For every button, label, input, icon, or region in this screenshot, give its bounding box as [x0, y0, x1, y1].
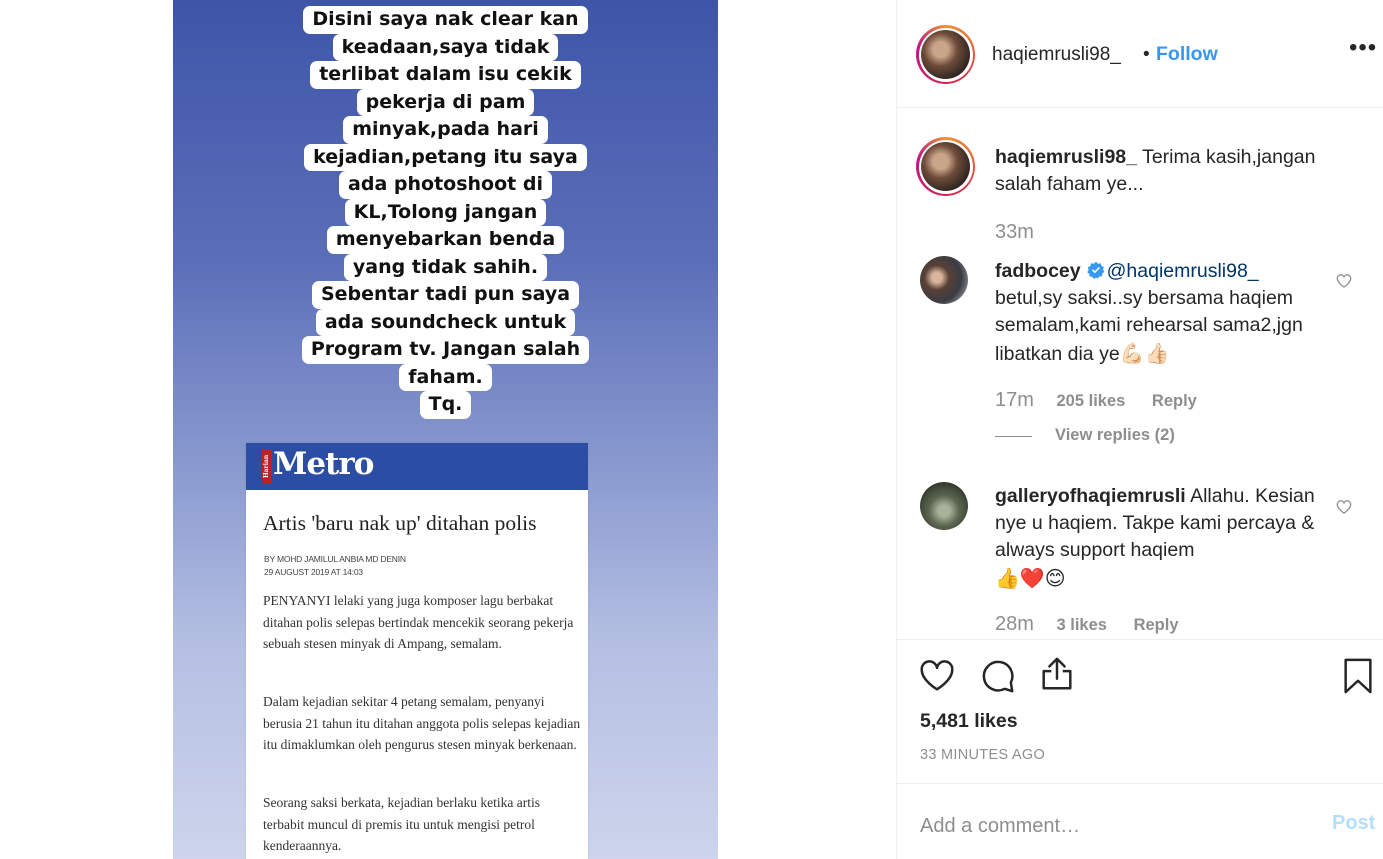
avatar[interactable] [916, 25, 975, 84]
post-header: haqiemrusli98_ • Follow ••• [897, 0, 1383, 108]
avatar-image [921, 142, 970, 191]
story-text-line: minyak,pada hari [343, 116, 548, 144]
verified-badge-icon [1086, 261, 1105, 279]
story-text-line: menyebarkan benda [326, 226, 565, 254]
reply-button[interactable]: Reply [1152, 392, 1197, 410]
news-article-screenshot: Harian Metro Artis 'baru nak up' ditahan… [246, 443, 588, 859]
mention-link[interactable]: @haqiemrusli98_ [1107, 260, 1259, 282]
comments-list[interactable]: haqiemrusli98_ Terima kasih,jangan salah… [897, 108, 1383, 639]
avatar-image [921, 30, 970, 79]
metro-header-bar: Harian Metro [246, 443, 588, 490]
emoji: 👍❤️😊 [995, 565, 1066, 590]
article-date: 29 AUGUST 2019 AT 14:03 [264, 566, 363, 577]
comment-likes[interactable]: 3 likes [1057, 616, 1107, 634]
avatar[interactable] [916, 137, 975, 196]
avatar[interactable] [920, 256, 968, 304]
avatar[interactable] [920, 482, 968, 530]
comment-username[interactable]: galleryofhaqiemrusli [995, 485, 1186, 507]
post-media[interactable]: Disini saya nak clear kan keadaan,saya ti… [173, 0, 718, 859]
story-text-line: keadaan,saya tidak [332, 33, 559, 61]
reply-button[interactable]: Reply [1134, 616, 1179, 634]
metro-logo: Metro [273, 446, 374, 482]
story-text-line: Tq. [419, 391, 472, 419]
article-paragraph: Dalam kejadian sekitar 4 petang semalam,… [263, 694, 581, 752]
story-text-line: faham. [399, 363, 492, 391]
story-text-line: pekerja di pam [356, 88, 535, 116]
post-button[interactable]: Post [1332, 812, 1375, 835]
list-item: fadbocey @haqiemrusli98_ betul,sy saksi..… [995, 258, 1340, 368]
caption: haqiemrusli98_ Terima kasih,jangan salah… [995, 144, 1340, 198]
story-text-line: Disini saya nak clear kan [303, 6, 588, 34]
comment-username[interactable]: haqiemrusli98_ [995, 146, 1137, 168]
list-item: galleryofhaqiemrusli Allahu. Kesian nye … [995, 483, 1340, 593]
story-text-overlay: Disini saya nak clear kan keadaan,saya ti… [173, 6, 718, 419]
view-replies-line [995, 436, 1032, 437]
like-comment-heart-icon[interactable] [1334, 496, 1354, 516]
likes-count[interactable]: 5,481 likes [920, 710, 1018, 733]
more-options-icon[interactable]: ••• [1349, 34, 1377, 62]
article-byline: BY MOHD JAMILUL ANBIA MD DENIN [264, 554, 406, 564]
comment-age[interactable]: 33m [995, 221, 1034, 243]
story-text-line: terlibat dalam isu cekik [310, 61, 581, 89]
comment-meta: 28m 3 likes Reply [995, 613, 1179, 636]
comment-icon[interactable] [979, 657, 1017, 695]
article-title: Artis 'baru nak up' ditahan polis [263, 511, 537, 535]
story-text-line: ada soundcheck untuk [315, 308, 576, 336]
heart-icon[interactable] [918, 657, 956, 695]
article-paragraph: PENYANYI lelaki yang juga komposer lagu … [263, 593, 574, 651]
comment-age[interactable]: 28m [995, 613, 1034, 635]
bookmark-icon[interactable] [1339, 657, 1377, 695]
separator-dot: • [1143, 44, 1150, 65]
post-actions: 5,481 likes 33 MINUTES AGO [897, 639, 1383, 784]
comment-meta: 17m 205 likes Reply [995, 389, 1197, 412]
story-text-line: KL,Tolong jangan [344, 198, 547, 226]
story-text-line: Sebentar tadi pun saya [311, 281, 580, 309]
comment-age[interactable]: 17m [995, 389, 1034, 411]
header-username[interactable]: haqiemrusli98_ [992, 44, 1121, 66]
article-meta: BY MOHD JAMILUL ANBIA MD DENIN 29 AUGUST… [264, 553, 406, 578]
view-replies-button[interactable]: View replies (2) [1055, 426, 1175, 445]
comment-meta: 33m [995, 221, 1052, 244]
brand-small: Harian [262, 449, 272, 483]
post-timestamp[interactable]: 33 MINUTES AGO [920, 747, 1045, 763]
follow-button[interactable]: Follow [1156, 43, 1218, 66]
share-icon[interactable] [1038, 655, 1076, 693]
like-comment-heart-icon[interactable] [1334, 270, 1354, 290]
story-text-line: Program tv. Jangan salah [301, 336, 590, 364]
story-text-line: yang tidak sahih. [343, 253, 548, 281]
comment-username[interactable]: fadbocey [995, 260, 1081, 282]
emoji: 💪🏻👍🏻 [1119, 340, 1170, 365]
comment-likes[interactable]: 205 likes [1057, 392, 1126, 410]
comment-input[interactable] [920, 812, 1320, 840]
article-paragraph: Seorang saksi berkata, kejadian berlaku … [263, 795, 541, 853]
story-text-line: ada photoshoot di [339, 171, 552, 199]
story-text-line: kejadian,petang itu saya [304, 143, 587, 171]
